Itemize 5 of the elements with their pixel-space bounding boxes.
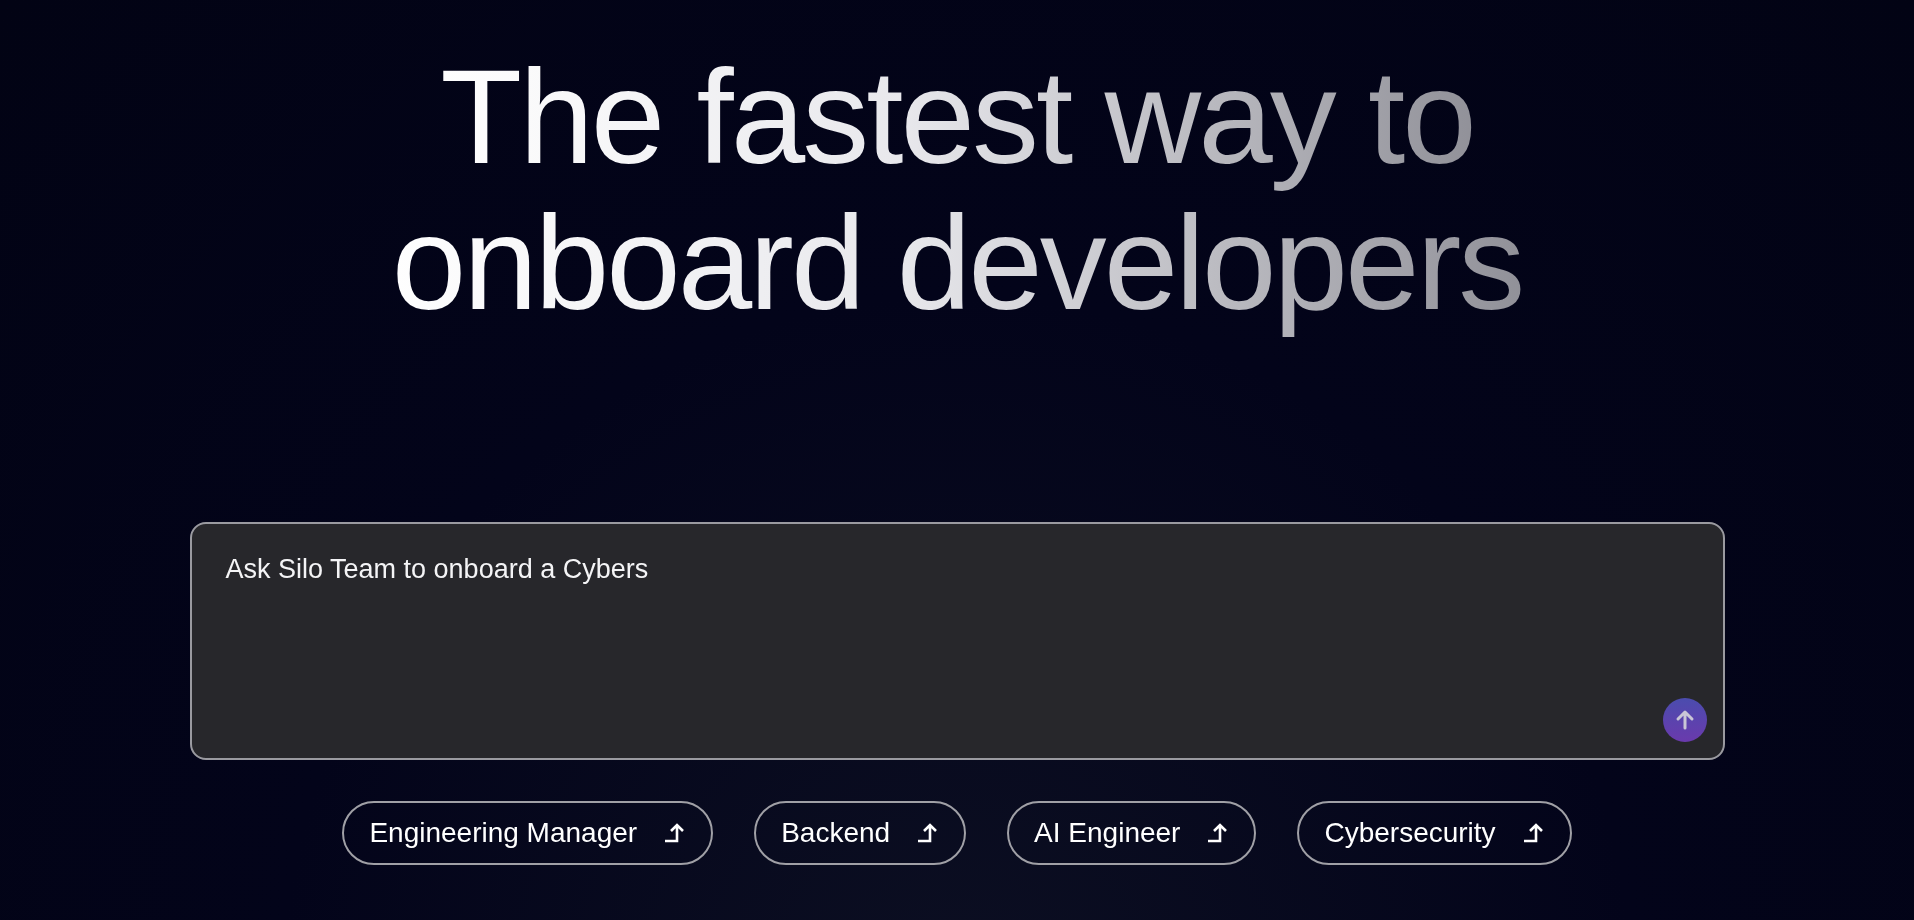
suggestion-chip[interactable]: Cybersecurity: [1297, 801, 1572, 865]
suggestion-chip[interactable]: Backend: [754, 801, 967, 865]
prompt-field[interactable]: Ask Silo Team to onboard a Cybers: [189, 522, 1725, 760]
suggestion-chip[interactable]: Engineering Manager: [342, 801, 714, 865]
suggestion-chip[interactable]: AI Engineer: [1007, 801, 1257, 865]
